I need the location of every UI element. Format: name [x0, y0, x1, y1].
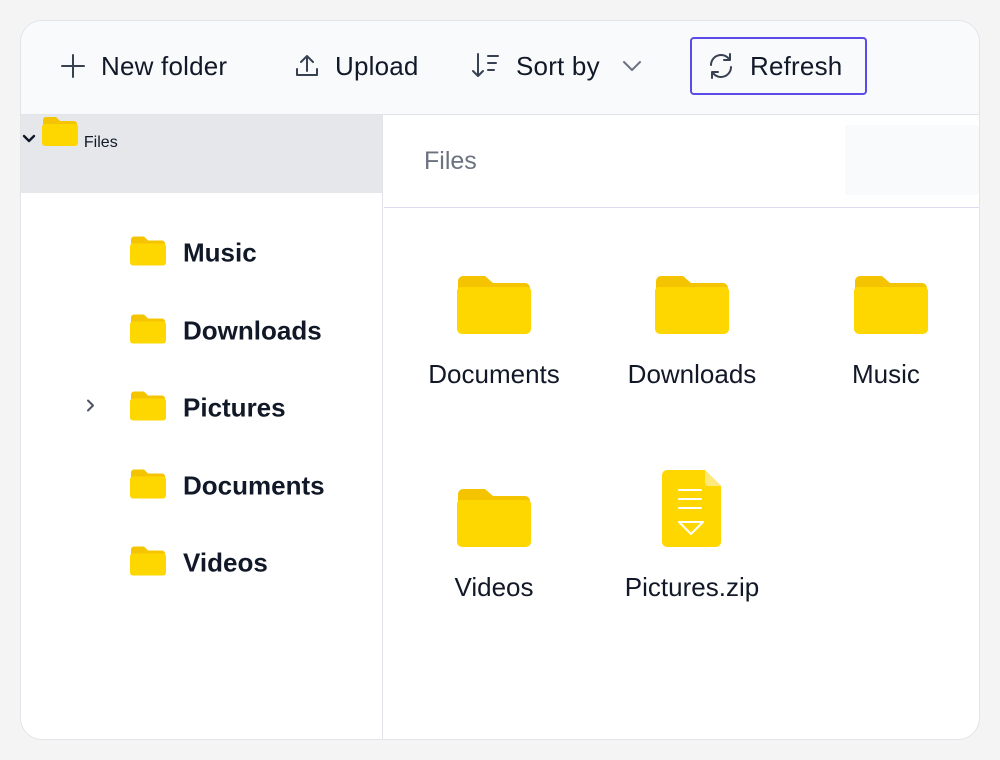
file-manager-window: New folder Upload Sort by Refresh Files …: [20, 20, 980, 740]
refresh-label: Refresh: [750, 50, 843, 81]
file-item-pictures-zip[interactable]: Pictures.zip: [602, 468, 782, 603]
file-item-music[interactable]: Music: [800, 255, 940, 390]
file-item-label: Music: [852, 359, 920, 389]
folder-icon: [404, 468, 584, 548]
chevron-down-icon: [620, 54, 644, 78]
upload-button[interactable]: Upload: [293, 37, 419, 95]
folder-icon: [800, 255, 940, 335]
file-item-label: Videos: [454, 572, 534, 602]
zip-file-icon: [602, 468, 782, 548]
folder-icon: [129, 390, 167, 427]
folder-icon: [129, 235, 167, 272]
file-item-label: Downloads: [627, 359, 757, 389]
refresh-button[interactable]: Refresh: [690, 37, 867, 95]
tree-item-label: Music: [183, 237, 257, 268]
folder-icon: [129, 545, 167, 582]
tree-item-pictures[interactable]: Pictures: [21, 383, 382, 433]
toolbar-spacer: [845, 125, 979, 195]
file-item-label: Pictures.zip: [624, 572, 760, 602]
folder-icon: [41, 117, 83, 151]
sort-by-label: Sort by: [516, 50, 600, 81]
tree-item-label: Documents: [183, 470, 325, 501]
folder-icon: [129, 468, 167, 505]
file-item-documents[interactable]: Documents: [404, 255, 584, 390]
tree-item-videos[interactable]: Videos: [21, 538, 382, 588]
tree-item-label: Pictures: [183, 392, 286, 423]
sort-by-button[interactable]: Sort by: [470, 37, 644, 95]
folder-icon: [404, 255, 584, 335]
sort-icon: [470, 51, 502, 81]
upload-label: Upload: [335, 50, 419, 81]
new-folder-label: New folder: [101, 50, 228, 81]
new-folder-button[interactable]: New folder: [59, 37, 227, 95]
tree-item-label: Files: [83, 134, 118, 151]
upload-icon: [293, 52, 321, 80]
breadcrumb-item-files[interactable]: Files: [424, 147, 477, 176]
folder-icon: [129, 313, 167, 350]
folder-icon: [602, 255, 782, 335]
file-item-videos[interactable]: Videos: [404, 468, 584, 603]
refresh-icon: [706, 51, 736, 81]
tree-item-music[interactable]: Music: [21, 228, 382, 278]
tree-item-documents[interactable]: Documents: [21, 461, 382, 511]
file-item-downloads[interactable]: Downloads: [602, 255, 782, 390]
plus-icon: [59, 52, 87, 80]
tree-item-label: Downloads: [183, 315, 322, 346]
tree-item-label: Videos: [183, 547, 268, 578]
file-item-label: Documents: [428, 359, 560, 389]
toolbar: New folder Upload Sort by Refresh: [21, 21, 979, 115]
folder-tree: Files Music Downloads Pictures Documents…: [21, 115, 383, 739]
breadcrumb: Files: [384, 115, 979, 208]
tree-item-files[interactable]: Files: [21, 115, 382, 193]
tree-item-downloads[interactable]: Downloads: [21, 306, 382, 356]
file-view: Files Documents Downloads Music Videos P…: [384, 115, 979, 739]
chevron-down-icon[interactable]: [21, 134, 41, 151]
chevron-right-icon[interactable]: [83, 398, 99, 419]
